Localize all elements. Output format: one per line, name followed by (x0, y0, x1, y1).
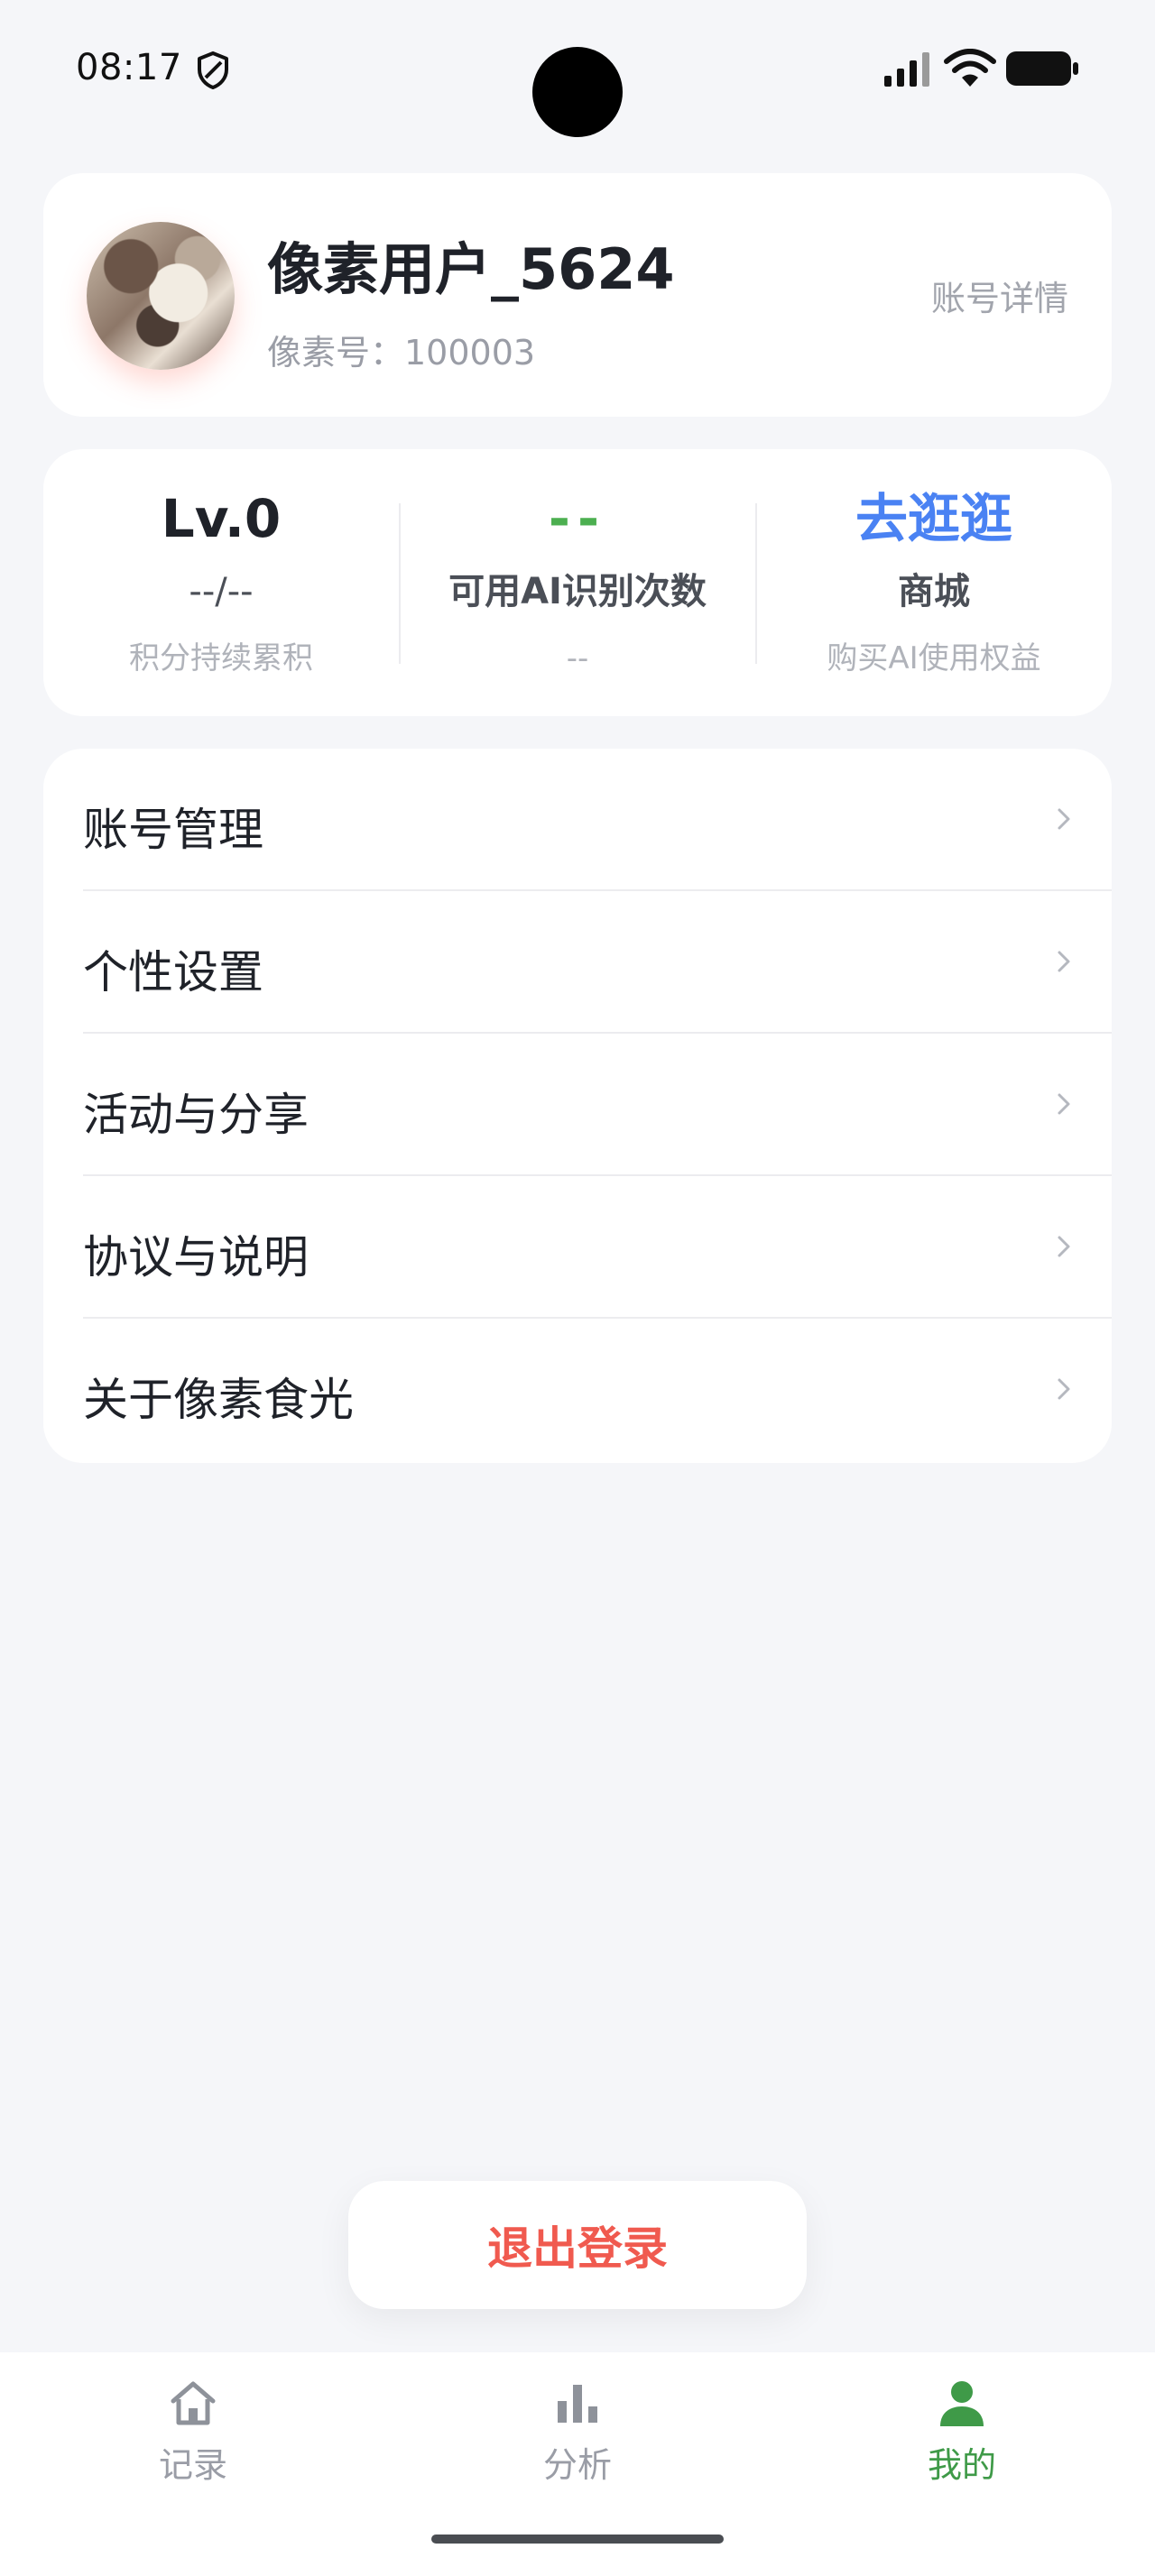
username: 像素用户_5624 (267, 236, 675, 302)
tab-mine[interactable]: 我的 (827, 2376, 1097, 2511)
shop-label: 商城 (898, 571, 970, 612)
stat-shop[interactable]: 去逛逛 商城 购买AI使用权益 (756, 449, 1112, 716)
avatar[interactable] (87, 222, 235, 370)
chevron-right-icon (1058, 951, 1070, 972)
tab-analysis[interactable]: 分析 (442, 2376, 713, 2511)
menu-item-about[interactable]: 关于像素食光 (43, 1319, 1112, 1461)
chevron-right-icon (1058, 808, 1070, 830)
logout-button[interactable]: 退出登录 (348, 2181, 807, 2309)
stat-ai-count[interactable]: -- 可用AI识别次数 -- (400, 449, 755, 716)
tab-label: 分析 (542, 2445, 612, 2485)
status-bar: 08:17 (0, 0, 1155, 144)
camera-cutout (532, 47, 623, 137)
user-id: 像素号：100003 (267, 333, 536, 373)
shop-subtitle: 购买AI使用权益 (827, 640, 1041, 676)
profile-card[interactable]: 像素用户_5624 像素号：100003 账号详情 (43, 173, 1112, 417)
menu-item-activities-sharing[interactable]: 活动与分享 (43, 1034, 1112, 1176)
ai-count-value: -- (548, 488, 607, 549)
level-value: Lv.0 (161, 488, 282, 549)
menu-item-label: 个性设置 (83, 946, 263, 998)
settings-menu: 账号管理 个性设置 活动与分享 协议与说明 关于像素食光 (43, 749, 1112, 1463)
status-time: 08:17 (76, 47, 182, 88)
chevron-right-icon (1058, 1378, 1070, 1400)
chevron-right-icon (1058, 1093, 1070, 1115)
home-icon (171, 2381, 216, 2425)
ai-count-label: 可用AI识别次数 (448, 571, 707, 612)
account-detail-link[interactable]: 账号详情 (931, 271, 1068, 320)
menu-item-label: 协议与说明 (83, 1231, 309, 1283)
battery-icon (1006, 51, 1078, 86)
menu-item-label: 账号管理 (83, 804, 263, 856)
tab-record[interactable]: 记录 (58, 2376, 328, 2511)
menu-item-label: 关于像素食光 (83, 1374, 354, 1426)
wifi-icon (944, 49, 996, 87)
ai-count-subtitle: -- (566, 640, 589, 676)
bar-chart-icon (558, 2385, 597, 2423)
level-subtitle: 积分持续累积 (129, 640, 313, 676)
menu-item-personalization[interactable]: 个性设置 (43, 891, 1112, 1034)
stat-level[interactable]: Lv.0 --/-- 积分持续累积 (43, 449, 399, 716)
shop-link[interactable]: 去逛逛 (756, 487, 1112, 550)
shield-icon (198, 51, 228, 89)
tab-label: 记录 (158, 2445, 227, 2485)
menu-item-account-management[interactable]: 账号管理 (43, 749, 1112, 891)
profile-screen: 08:17 像素用户_5624 像素号：100003 账号详情 Lv.0 --/… (0, 0, 1155, 2576)
tab-label: 我的 (927, 2445, 996, 2485)
chevron-right-icon (1058, 1236, 1070, 1257)
signal-icon (884, 52, 929, 87)
person-icon (940, 2381, 984, 2426)
stats-card: Lv.0 --/-- 积分持续累积 -- 可用AI识别次数 -- 去逛逛 商城 … (43, 449, 1112, 716)
home-indicator (431, 2535, 724, 2544)
points-progress: --/-- (189, 571, 254, 612)
menu-item-label: 活动与分享 (83, 1089, 309, 1141)
menu-item-agreements[interactable]: 协议与说明 (43, 1176, 1112, 1319)
